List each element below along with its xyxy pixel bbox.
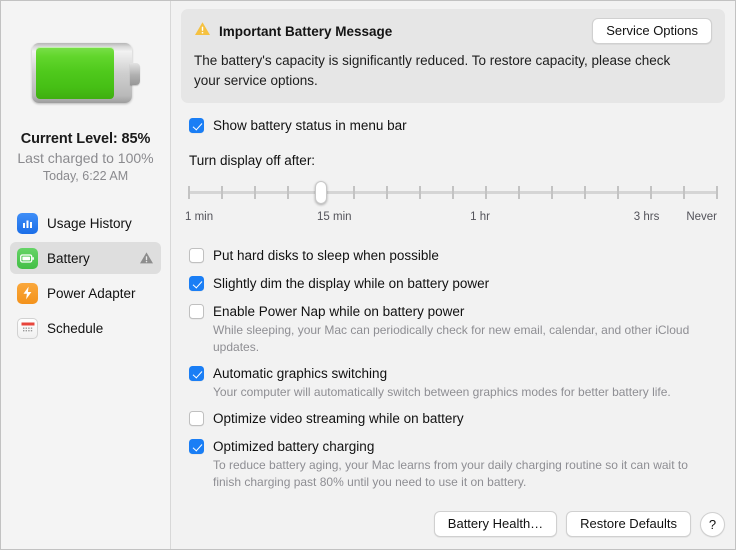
slider-tick bbox=[650, 186, 652, 200]
sidebar-item-label: Power Adapter bbox=[47, 285, 136, 301]
slider-thumb[interactable] bbox=[315, 181, 327, 205]
calendar-icon bbox=[17, 317, 38, 339]
slider-tick bbox=[188, 186, 190, 200]
slider-tick bbox=[716, 186, 718, 200]
option-row: Slightly dim the display while on batter… bbox=[189, 275, 725, 292]
slider-tick bbox=[254, 186, 256, 200]
battery-terminal-nub bbox=[129, 63, 140, 85]
slider-tick bbox=[551, 186, 553, 200]
slider-tick bbox=[485, 186, 487, 200]
battery-preferences-window: Current Level: 85% Last charged to 100% … bbox=[0, 0, 736, 550]
option-label: Optimized battery charging bbox=[213, 439, 375, 455]
slider-tick bbox=[419, 186, 421, 200]
slider-tick bbox=[386, 186, 388, 200]
optimized-battery-charging-checkbox[interactable] bbox=[189, 439, 204, 455]
option-row: Optimized battery charging bbox=[189, 438, 725, 455]
slider-tick bbox=[221, 186, 223, 200]
option-label: Optimize video streaming while on batter… bbox=[213, 411, 464, 427]
slider-tick bbox=[452, 186, 454, 200]
sidebar-item-usage-history[interactable]: Usage History bbox=[10, 207, 161, 239]
menu-bar-option-row: Show battery status in menu bar bbox=[181, 117, 725, 134]
put-hard-disks-to-sleep-checkbox[interactable] bbox=[189, 248, 204, 264]
battery-health-button[interactable]: Battery Health… bbox=[433, 511, 558, 537]
display-sleep-slider[interactable] bbox=[188, 181, 718, 205]
option-label: Slightly dim the display while on batter… bbox=[213, 276, 490, 292]
slider-tick bbox=[518, 186, 520, 200]
help-button[interactable]: ? bbox=[700, 511, 725, 537]
sidebar-item-battery[interactable]: Battery bbox=[10, 242, 161, 274]
slider-tick-label: 1 hr bbox=[470, 211, 490, 224]
warning-triangle-icon bbox=[139, 251, 154, 265]
show-battery-status-label: Show battery status in menu bar bbox=[213, 118, 407, 134]
important-battery-message-banner: Important Battery Message Service Option… bbox=[181, 9, 725, 104]
sidebar-item-label: Usage History bbox=[47, 215, 132, 231]
slider-tick bbox=[584, 186, 586, 200]
restore-defaults-button[interactable]: Restore Defaults bbox=[566, 511, 691, 537]
bar-chart-icon bbox=[17, 212, 38, 234]
sidebar-item-label: Battery bbox=[47, 250, 90, 266]
battery-icon bbox=[17, 247, 38, 269]
last-charged-text: Last charged to 100% bbox=[17, 150, 154, 166]
last-charged-timestamp: Today, 6:22 AM bbox=[42, 169, 129, 183]
warning-triangle-icon bbox=[194, 21, 211, 42]
option-row: Enable Power Nap while on battery power bbox=[189, 303, 725, 320]
footer-button-bar: Battery Health… Restore Defaults ? bbox=[433, 511, 725, 537]
battery-body bbox=[31, 43, 132, 103]
option-row: Automatic graphics switching bbox=[189, 365, 725, 382]
option-help-text: While sleeping, your Mac can periodicall… bbox=[213, 323, 690, 355]
option-label: Put hard disks to sleep when possible bbox=[213, 248, 439, 264]
service-options-button[interactable]: Service Options bbox=[592, 18, 712, 44]
slider-tick-labels: 1 min 15 min 1 hr 3 hrs Never bbox=[185, 211, 717, 227]
option-row: Optimize video streaming while on batter… bbox=[189, 410, 725, 427]
option-help-text: Your computer will automatically switch … bbox=[213, 385, 671, 400]
option-row: Put hard disks to sleep when possible bbox=[189, 247, 725, 264]
sidebar: Current Level: 85% Last charged to 100% … bbox=[1, 1, 171, 549]
battery-graphic bbox=[31, 43, 140, 103]
slider-tick-label: 1 min bbox=[185, 211, 214, 224]
slider-tick bbox=[287, 186, 289, 200]
slider-tick bbox=[683, 186, 685, 200]
slider-tick-label: 15 min bbox=[317, 211, 352, 224]
slider-caption: Turn display off after: bbox=[189, 153, 316, 169]
option-label: Enable Power Nap while on battery power bbox=[213, 304, 465, 320]
sidebar-item-power-adapter[interactable]: Power Adapter bbox=[10, 277, 161, 309]
current-level-text: Current Level: 85% bbox=[20, 131, 151, 147]
power-bolt-icon bbox=[17, 282, 38, 304]
slightly-dim-display-checkbox[interactable] bbox=[189, 276, 204, 292]
slider-tick-label: Never bbox=[686, 211, 717, 224]
sidebar-item-label: Schedule bbox=[47, 320, 104, 336]
sidebar-nav: Usage History Battery Power Adapter Sche… bbox=[1, 207, 170, 347]
battery-fill-level bbox=[35, 47, 114, 99]
sidebar-item-schedule[interactable]: Schedule bbox=[10, 312, 161, 344]
main-content: Important Battery Message Service Option… bbox=[171, 1, 735, 549]
banner-body-text: The battery's capacity is significantly … bbox=[194, 53, 671, 88]
banner-title: Important Battery Message bbox=[219, 23, 393, 39]
battery-options-list: Put hard disks to sleep when possible Sl… bbox=[181, 247, 725, 491]
automatic-graphics-switching-checkbox[interactable] bbox=[189, 366, 204, 382]
show-battery-status-checkbox[interactable] bbox=[189, 118, 204, 134]
optimize-video-streaming-checkbox[interactable] bbox=[189, 411, 204, 427]
option-help-text: To reduce battery aging, your Mac learns… bbox=[213, 458, 688, 490]
option-label: Automatic graphics switching bbox=[213, 366, 388, 382]
enable-power-nap-checkbox[interactable] bbox=[189, 304, 204, 320]
slider-tick-label: 3 hrs bbox=[633, 211, 660, 224]
slider-tick bbox=[617, 186, 619, 200]
display-sleep-slider-block: Turn display off after: 1 min 15 min 1 hr 3… bbox=[181, 153, 725, 227]
slider-tick bbox=[353, 186, 355, 200]
